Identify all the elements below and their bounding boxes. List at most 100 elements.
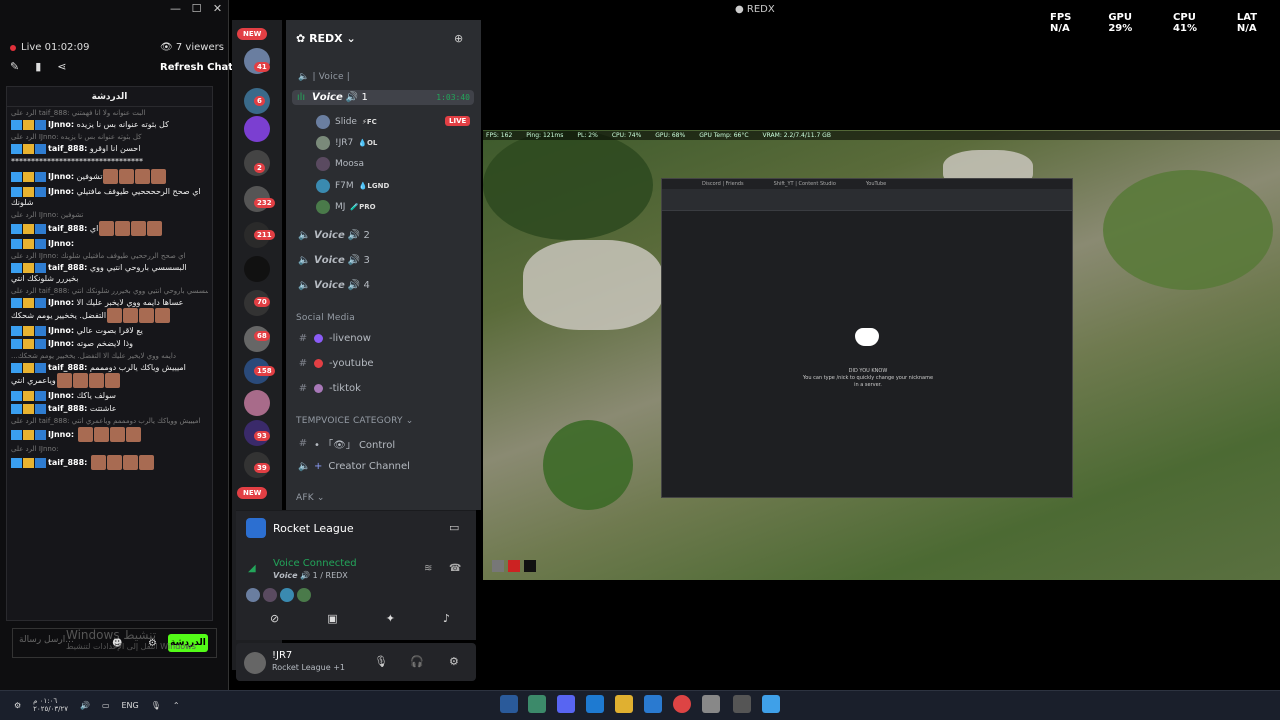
battery-icon[interactable]: ▭ bbox=[102, 701, 110, 710]
add-member-icon[interactable]: ⊕ bbox=[454, 32, 463, 45]
app-vscode-icon[interactable] bbox=[644, 695, 662, 713]
chat-username[interactable]: IJnno: bbox=[48, 239, 74, 248]
server-icon[interactable] bbox=[244, 390, 270, 416]
volume-icon[interactable]: 🔊 bbox=[80, 701, 90, 710]
chat-username[interactable]: IJnno: bbox=[48, 187, 74, 196]
category-afk[interactable]: AFK ⌄ bbox=[296, 493, 325, 503]
browser-tab[interactable]: Discord | Friends bbox=[702, 179, 744, 189]
app-edge-icon[interactable] bbox=[586, 695, 604, 713]
channel-text[interactable]: # -livenow bbox=[298, 333, 371, 344]
browser-address-bar[interactable] bbox=[662, 189, 1072, 211]
channel-label: 𝙑𝙤𝙞𝙘𝙚 🔊 3 bbox=[314, 255, 370, 266]
member-item[interactable]: F7M 💧LGND bbox=[316, 179, 389, 193]
chevron-down-icon: ⌄ bbox=[346, 32, 356, 45]
emote-icon bbox=[103, 169, 119, 184]
server-icon[interactable] bbox=[244, 116, 270, 142]
app-chrome-icon[interactable] bbox=[673, 695, 691, 713]
browser-tab[interactable]: YouTube bbox=[866, 179, 886, 189]
voice-channel-sub: 𝙑𝙤𝙞𝙘𝙚 🔊 1 / REDX bbox=[273, 571, 348, 580]
channel-temp[interactable]: # • 「👁」 Control bbox=[298, 436, 395, 451]
member-item[interactable]: Moosa bbox=[316, 157, 364, 171]
hash-icon: # bbox=[298, 383, 308, 394]
camera-off-icon[interactable]: ⊘ bbox=[270, 612, 279, 625]
mic-tray-icon[interactable]: 🎙 bbox=[151, 701, 161, 710]
chat-username[interactable]: taif_888: bbox=[48, 404, 87, 413]
avatar[interactable] bbox=[244, 652, 266, 674]
language-indicator[interactable]: ENG bbox=[122, 701, 139, 710]
app-store-icon[interactable] bbox=[702, 695, 720, 713]
category-temp[interactable]: TEMPVOICE CATEGORY ⌄ bbox=[296, 416, 414, 426]
chat-username[interactable]: IJnno: bbox=[48, 430, 74, 439]
activities-icon[interactable]: ✦ bbox=[386, 612, 395, 625]
chat-username[interactable]: taif_888: bbox=[48, 224, 87, 233]
channel-voice-1[interactable]: ılı 𝙑𝙤𝙞𝙘𝙚 🔊 1 1:03:40 bbox=[292, 90, 474, 105]
server-header[interactable]: ✿ REDX ⌄ bbox=[296, 32, 356, 45]
settings-tray-icon[interactable]: ⚙ bbox=[14, 701, 21, 710]
record-icon[interactable] bbox=[508, 560, 520, 572]
avatar bbox=[246, 588, 260, 602]
crown-badge-icon bbox=[23, 223, 34, 234]
member-item[interactable]: !JR7 💧OL bbox=[316, 136, 377, 150]
channel-voice[interactable]: 🔈 𝙑𝙤𝙞𝙘𝙚 🔊 4 bbox=[298, 280, 370, 291]
video-icon[interactable]: ▮ bbox=[35, 60, 41, 73]
hash-icon: # bbox=[298, 358, 308, 369]
category-social[interactable]: Social Media bbox=[296, 313, 355, 323]
minimize-icon[interactable]: — bbox=[165, 0, 186, 18]
soundboard-icon[interactable]: ♪ bbox=[443, 612, 450, 625]
reply-preview: الرد على taif_888: البسسسي باروحي انتيي … bbox=[11, 287, 208, 295]
channel-text[interactable]: # -tiktok bbox=[298, 383, 361, 394]
chat-username[interactable]: IJnno: bbox=[48, 298, 74, 307]
app-discord-icon[interactable] bbox=[557, 695, 575, 713]
microphone-icon[interactable]: 🎙 bbox=[374, 655, 388, 668]
server-icon[interactable] bbox=[244, 256, 270, 282]
member-item[interactable]: MJ 🧪PRO bbox=[316, 200, 376, 214]
member-item[interactable]: Slide ⚡FC bbox=[316, 115, 377, 129]
chat-username[interactable]: IJnno: bbox=[48, 391, 74, 400]
app-shield-icon[interactable] bbox=[500, 695, 518, 713]
chat-username[interactable]: IJnno: bbox=[48, 326, 74, 335]
chevron-up-icon[interactable]: ⌃ bbox=[173, 701, 180, 710]
disconnect-icon[interactable]: ☎ bbox=[449, 563, 461, 574]
list-item: taif_888: عاشتتت bbox=[7, 402, 212, 415]
share-icon[interactable]: ⋖ bbox=[57, 60, 66, 73]
chat-username[interactable]: taif_888: bbox=[48, 363, 87, 372]
chat-username[interactable]: IJnno: bbox=[48, 339, 74, 348]
app-kick-icon[interactable] bbox=[528, 695, 546, 713]
channel-temp[interactable]: 🔈 + Creator Channel bbox=[298, 461, 410, 472]
member-tag: 💧OL bbox=[358, 139, 378, 147]
crown-badge-icon bbox=[23, 262, 34, 273]
overlay-icon[interactable] bbox=[492, 560, 504, 572]
share-screen-icon[interactable]: ▣ bbox=[327, 612, 337, 625]
chat-username[interactable]: IJnno: bbox=[48, 120, 74, 129]
noise-suppression-icon[interactable]: ≋ bbox=[424, 563, 432, 574]
bush bbox=[543, 420, 633, 510]
game-hud: FPS: 162 Ping: 121ms PL: 2% CPU: 74% GPU: 68… bbox=[483, 131, 1280, 140]
emote-icon bbox=[99, 221, 115, 236]
play-icon[interactable] bbox=[524, 560, 536, 572]
speaker-icon: 🔈 bbox=[298, 255, 311, 266]
chat-username[interactable]: taif_888: bbox=[48, 458, 87, 467]
app-window-icon[interactable] bbox=[733, 695, 751, 713]
chat-username[interactable]: taif_888: bbox=[48, 144, 87, 153]
windows-start-icon[interactable] bbox=[762, 695, 780, 713]
headphones-icon[interactable]: 🎧 bbox=[410, 655, 424, 668]
channel-text[interactable]: # -youtube bbox=[298, 358, 374, 369]
chat-username[interactable]: IJnno: bbox=[48, 172, 74, 181]
screen-share-icon[interactable]: ▭ bbox=[449, 521, 459, 534]
refresh-chat-button[interactable]: Refresh Chat bbox=[160, 62, 233, 73]
emote-icon bbox=[155, 308, 171, 323]
channel-voice[interactable]: 🔈 𝙑𝙤𝙞𝙘𝙚 🔊 3 bbox=[298, 255, 370, 266]
user-settings-icon[interactable]: ⚙ bbox=[449, 655, 459, 668]
chat-username[interactable]: taif_888: bbox=[48, 263, 87, 272]
voice-connected-label[interactable]: Voice Connected bbox=[273, 558, 357, 569]
pencil-icon[interactable]: ✎ bbox=[10, 60, 19, 73]
crown-badge-icon bbox=[23, 429, 34, 440]
channel-voice[interactable]: 🔈 𝙑𝙤𝙞𝙘𝙚 🔊 2 bbox=[298, 230, 370, 241]
live-status: Live 01:02:09 bbox=[10, 42, 90, 53]
clock[interactable]: ٠١:٠٦ م ٢٠٢٥/٠٣/٢٧ bbox=[33, 697, 68, 713]
category-voices[interactable]: 🔈 | Voice | bbox=[298, 72, 350, 82]
close-icon[interactable]: ✕ bbox=[207, 0, 228, 18]
maximize-icon[interactable]: ☐ bbox=[186, 0, 207, 18]
browser-tab[interactable]: Shift_YT | Content Studio bbox=[774, 179, 836, 189]
app-folder-icon[interactable] bbox=[615, 695, 633, 713]
